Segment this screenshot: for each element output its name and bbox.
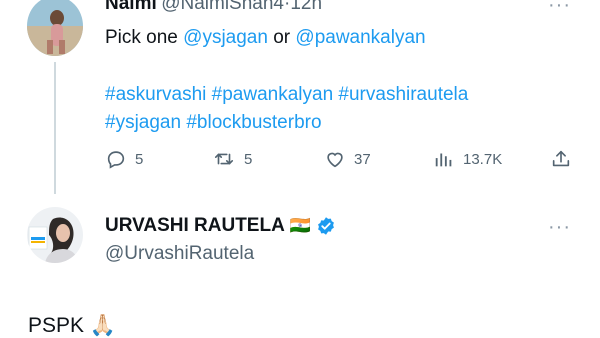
reply-count: 5 [135, 150, 144, 168]
reply-time[interactable]: 12h [290, 0, 322, 14]
mention-pawankalyan[interactable]: @pawankalyan [295, 27, 425, 48]
reply-text-prefix: Pick one [105, 27, 178, 48]
retweet-count: 5 [244, 150, 253, 168]
reply-action-button[interactable]: 5 [105, 148, 143, 170]
reply-author-avatar[interactable] [27, 0, 83, 56]
retweet-action-button[interactable]: 5 [212, 148, 252, 170]
main-tweet-body: PSPK [28, 314, 85, 337]
main-handle[interactable]: @UrvashiRautela [105, 243, 254, 265]
main-tweet-header: URVASHI RAUTELA 🇮🇳 [105, 215, 336, 237]
folded-hands-emoji: 🙏🏻 [89, 314, 117, 337]
reply-icon [107, 151, 125, 169]
main-tweet-text: PSPK 🙏🏻 [28, 314, 116, 338]
views-icon [435, 153, 452, 167]
retweet-icon [214, 153, 234, 165]
like-action-button[interactable]: 37 [324, 148, 371, 170]
main-display-name[interactable]: URVASHI RAUTELA [105, 215, 285, 237]
reply-display-name[interactable]: Naimi [105, 0, 157, 14]
more-icon: ··· [548, 216, 571, 238]
reply-more-button[interactable]: ··· [548, 0, 571, 15]
share-action-button[interactable] [550, 148, 572, 170]
india-flag-emoji: 🇮🇳 [289, 216, 311, 235]
share-icon [552, 150, 570, 167]
reply-hashtags-line2[interactable]: #ysjagan #blockbusterbro [105, 109, 322, 137]
views-action-button[interactable]: 13.7K [433, 148, 502, 170]
reply-text: Pick one @ysjagan or @pawankalyan [105, 24, 426, 52]
main-more-button[interactable]: ··· [548, 217, 571, 237]
thread-connector-line [54, 62, 56, 194]
reply-handle[interactable]: @NaimiShah4 [161, 0, 284, 14]
main-author-avatar[interactable] [27, 207, 83, 263]
verified-badge-icon[interactable] [316, 216, 336, 236]
reply-header: Naimi @NaimiShah4·12h [105, 0, 322, 15]
like-count: 37 [354, 150, 371, 168]
reply-hashtags-line1[interactable]: #askurvashi #pawankalyan #urvashirautela [105, 81, 468, 109]
reply-connector: or [273, 27, 291, 48]
views-count: 13.7K [463, 150, 503, 168]
mention-ysjagan[interactable]: @ysjagan [183, 27, 268, 48]
heart-icon [327, 152, 343, 168]
more-icon: ··· [548, 0, 571, 16]
